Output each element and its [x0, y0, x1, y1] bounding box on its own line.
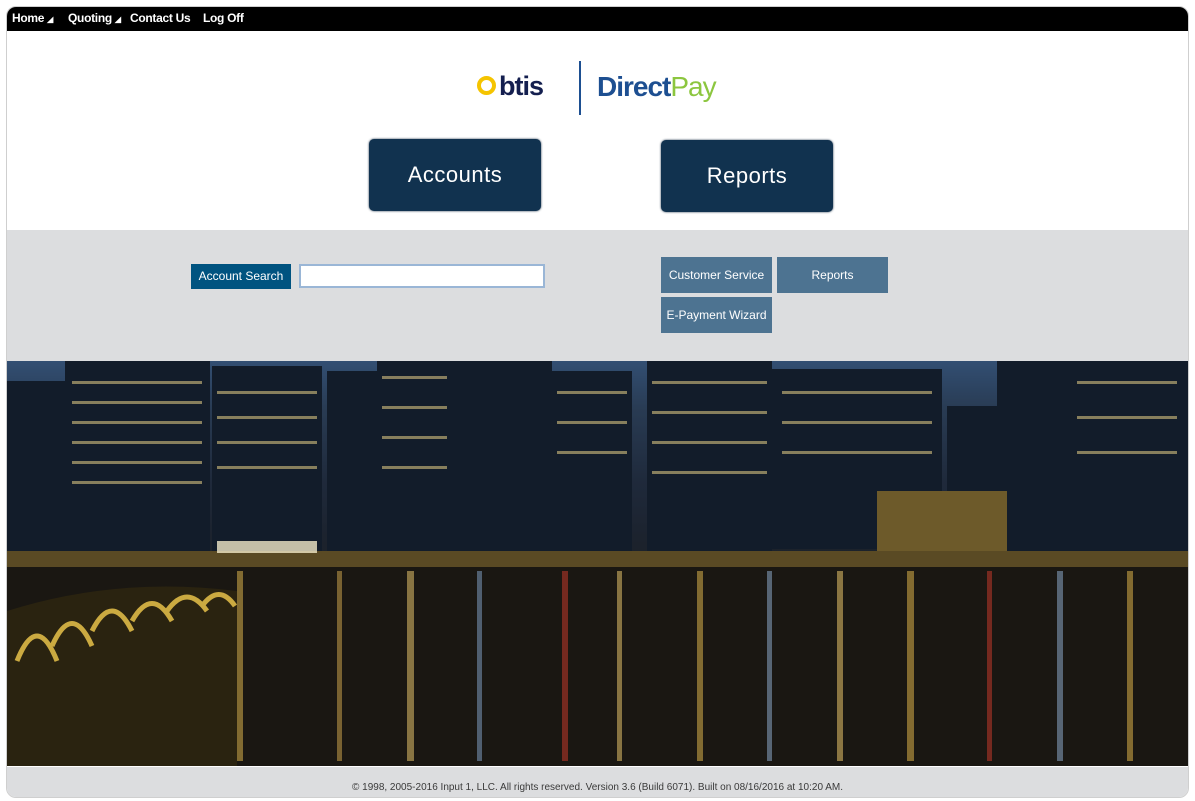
dropdown-arrow-icon: ◢ — [114, 15, 121, 24]
brand-logo: btis DirectPay — [477, 57, 747, 117]
skyline-illustration — [7, 361, 1188, 766]
logo-divider — [579, 61, 581, 115]
reports-button[interactable]: Reports — [661, 140, 833, 212]
top-nav-bar: Home ◢ Quoting ◢ Contact Us Log Off — [7, 7, 1188, 31]
app-frame: Home ◢ Quoting ◢ Contact Us Log Off btis D… — [6, 6, 1189, 798]
accounts-button[interactable]: Accounts — [369, 139, 541, 211]
account-search-label[interactable]: Account Search — [191, 264, 291, 289]
dropdown-arrow-icon: ◢ — [47, 15, 53, 24]
e-payment-wizard-button[interactable]: E-Payment Wizard — [661, 297, 772, 333]
btis-logo: btis — [477, 71, 544, 102]
reports-link-button[interactable]: Reports — [777, 257, 888, 293]
directpay-logo: DirectPay — [597, 71, 717, 102]
action-bar — [7, 230, 1188, 361]
customer-service-button[interactable]: Customer Service — [661, 257, 772, 293]
account-search-input[interactable] — [299, 264, 545, 288]
nav-home[interactable]: Home ◢ — [12, 11, 53, 25]
nav-contact-us[interactable]: Contact Us — [130, 11, 191, 25]
hero-skyline-image — [7, 361, 1188, 766]
btis-ring-icon — [477, 76, 496, 96]
nav-log-off[interactable]: Log Off — [203, 11, 244, 25]
copyright-footer: © 1998, 2005-2016 Input 1, LLC. All righ… — [7, 767, 1188, 797]
nav-quoting[interactable]: Quoting ◢ — [68, 11, 121, 25]
